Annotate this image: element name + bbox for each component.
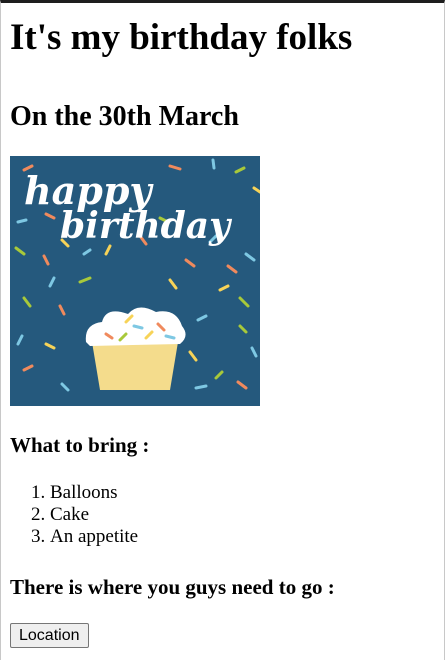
page-title: It's my birthday folks <box>10 17 353 58</box>
location-button[interactable]: Location <box>10 623 89 648</box>
directions-heading: There is where you guys need to go : <box>10 575 335 599</box>
list-item: An appetite <box>50 526 444 548</box>
card-line-birthday: birthday <box>60 205 232 247</box>
birthday-card-image: happy birthday <box>10 156 260 406</box>
bring-list: Balloons Cake An appetite <box>10 482 444 548</box>
list-item: Cake <box>50 504 444 526</box>
page-content: It's my birthday folks On the 30th March <box>1 15 444 648</box>
bring-heading: What to bring : <box>10 433 150 457</box>
page-subtitle: On the 30th March <box>10 101 239 132</box>
list-item: Balloons <box>50 482 444 504</box>
